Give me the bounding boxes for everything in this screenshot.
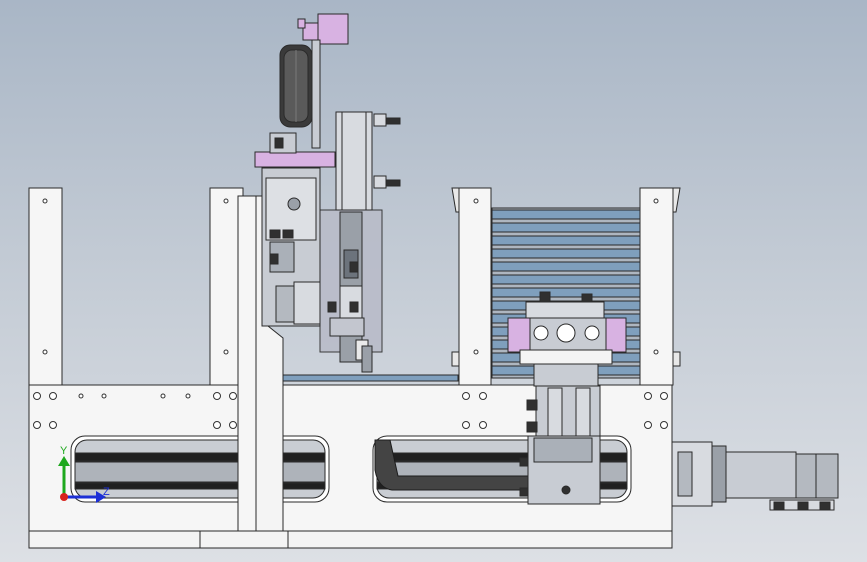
cad-viewport[interactable]: Y Z <box>0 0 867 562</box>
triad-z-label: Z <box>103 486 110 498</box>
vertical-head-assembly[interactable] <box>254 13 383 373</box>
machine-assembly-drawing[interactable]: Y Z <box>0 0 867 562</box>
lower-slide-block[interactable] <box>519 385 601 505</box>
servo-motor[interactable] <box>671 441 839 511</box>
blue-rail <box>282 374 459 382</box>
triad-y-label: Y <box>60 445 68 457</box>
